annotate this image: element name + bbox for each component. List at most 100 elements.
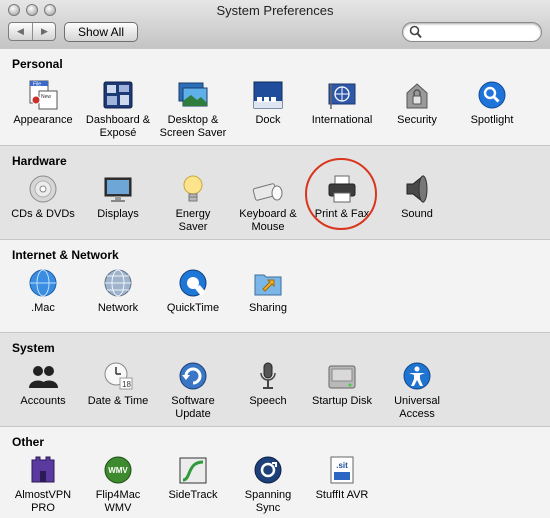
pref-label: Spotlight	[470, 114, 514, 126]
pref-flip4mac[interactable]: WMV Flip4Mac WMV	[80, 454, 156, 515]
pref-label: Software Update	[171, 395, 215, 420]
dock-icon	[253, 81, 283, 109]
back-forward-control: ◀ ▶	[8, 22, 56, 41]
pref-label: Universal Access	[394, 395, 440, 420]
pref-cds-dvds[interactable]: CDs & DVDs	[5, 173, 81, 221]
pref-label: Dashboard & Exposé	[85, 114, 151, 139]
show-all-button[interactable]: Show All	[64, 22, 138, 42]
pref-desktop-screen-saver[interactable]: Desktop & Screen Saver	[155, 79, 231, 140]
pref-label: International	[311, 114, 373, 126]
pref-universal-access[interactable]: Universal Access	[379, 360, 455, 421]
pref-date-time[interactable]: 18 Date & Time	[80, 360, 156, 408]
section-hardware: Hardware CDs & DVDs Displays Energy Save…	[0, 145, 550, 239]
system-preferences-window: System Preferences ◀ ▶ Show All Personal…	[0, 0, 550, 518]
pref-sound[interactable]: Sound	[379, 173, 455, 221]
pref-label: Desktop & Screen Saver	[159, 114, 227, 139]
international-icon	[328, 83, 356, 109]
pref-software-update[interactable]: Software Update	[155, 360, 231, 421]
pref-label: Keyboard & Mouse	[239, 208, 297, 233]
pref-spanning-sync[interactable]: Spanning Sync	[230, 454, 306, 515]
universal-access-icon	[403, 362, 431, 390]
section-title-other: Other	[12, 435, 45, 449]
spotlight-icon	[478, 81, 506, 109]
pref-sharing[interactable]: Sharing	[230, 267, 306, 315]
back-button[interactable]: ◀	[9, 23, 32, 40]
flip4mac-text: WMV	[108, 466, 128, 475]
pref-label: Displays	[97, 208, 139, 220]
pref-label: Accounts	[20, 395, 66, 407]
pref-dotmac[interactable]: .Mac	[5, 267, 81, 315]
dotmac-icon	[29, 269, 57, 297]
startup-disk-icon	[328, 365, 356, 389]
energy-saver-icon	[183, 175, 203, 202]
pref-energy-saver[interactable]: Energy Saver	[155, 173, 231, 234]
pref-label: SideTrack	[168, 489, 218, 501]
pref-label: Network	[97, 302, 139, 314]
pref-label: Speech	[249, 395, 287, 407]
pref-print-fax[interactable]: Print & Fax	[304, 173, 380, 221]
pref-label: Sound	[401, 208, 433, 220]
section-title-system: System	[12, 341, 55, 355]
pref-label: Startup Disk	[312, 395, 372, 407]
pref-label: Date & Time	[87, 395, 149, 407]
search-input[interactable]	[424, 24, 536, 40]
appearance-file-text: File	[33, 82, 41, 88]
search-icon	[409, 25, 422, 39]
desktop-screensaver-icon	[178, 82, 208, 107]
flip4mac-icon: WMV	[104, 456, 132, 484]
pref-international[interactable]: International	[304, 79, 380, 127]
pref-label: AlmostVPN PRO	[14, 489, 72, 514]
pref-label: Energy Saver	[175, 208, 211, 233]
pref-almostvpn[interactable]: AlmostVPN PRO	[5, 454, 81, 515]
pref-network[interactable]: Network	[80, 267, 156, 315]
pref-accounts[interactable]: Accounts	[5, 360, 81, 408]
pref-security[interactable]: Security	[379, 79, 455, 127]
section-system: System Accounts 18 Date & Time Software …	[0, 332, 550, 426]
pref-sidetrack[interactable]: SideTrack	[155, 454, 231, 502]
appearance-icon: File New	[29, 80, 58, 110]
software-update-icon	[179, 362, 207, 390]
displays-icon	[104, 177, 132, 202]
pref-quicktime[interactable]: QuickTime	[155, 267, 231, 315]
pref-label: Sharing	[249, 302, 287, 314]
dashboard-expose-icon	[103, 81, 133, 109]
pref-displays[interactable]: Displays	[80, 173, 156, 221]
pref-speech[interactable]: Speech	[230, 360, 306, 408]
pref-dock[interactable]: Dock	[230, 79, 306, 127]
section-title-hardware: Hardware	[12, 154, 67, 168]
section-internet-network: Internet & Network .Mac Network QuickTim…	[0, 239, 550, 332]
cd-dvd-icon	[29, 175, 57, 203]
pref-label: Appearance	[13, 114, 73, 126]
section-title-personal: Personal	[12, 57, 63, 71]
date-time-icon: 18	[104, 362, 133, 390]
pref-label: Print & Fax	[314, 208, 370, 220]
pref-label: Flip4Mac WMV	[95, 489, 141, 514]
speaker-icon	[406, 174, 428, 204]
search-field[interactable]	[402, 22, 542, 42]
pref-label: StuffIt AVR	[315, 489, 369, 501]
pref-keyboard-mouse[interactable]: Keyboard & Mouse	[230, 173, 306, 234]
accounts-icon	[29, 366, 58, 388]
window-toolbar: System Preferences ◀ ▶ Show All	[0, 0, 550, 49]
sidetrack-icon	[179, 457, 207, 484]
stuffit-icon: .sit	[330, 456, 354, 484]
pref-stuffit-avr[interactable]: .sit StuffIt AVR	[304, 454, 380, 502]
forward-button[interactable]: ▶	[33, 23, 56, 40]
appearance-new-text: New	[41, 94, 51, 100]
microphone-icon	[260, 362, 276, 389]
stuffit-text: .sit	[336, 461, 348, 470]
pref-label: CDs & DVDs	[11, 208, 75, 220]
pref-startup-disk[interactable]: Startup Disk	[304, 360, 380, 408]
pref-dashboard-expose[interactable]: Dashboard & Exposé	[80, 79, 156, 140]
pref-label: Dock	[255, 114, 281, 126]
pref-label: .Mac	[31, 302, 55, 314]
security-icon	[406, 83, 428, 109]
pref-label: Spanning Sync	[244, 489, 292, 514]
calendar-day-text: 18	[122, 380, 131, 389]
pref-spotlight[interactable]: Spotlight	[454, 79, 530, 127]
pref-label: QuickTime	[166, 302, 220, 314]
pref-appearance[interactable]: File New Appearance	[5, 79, 81, 127]
section-title-internet-network: Internet & Network	[12, 248, 119, 262]
sharing-icon	[254, 274, 282, 296]
window-title: System Preferences	[216, 3, 334, 18]
